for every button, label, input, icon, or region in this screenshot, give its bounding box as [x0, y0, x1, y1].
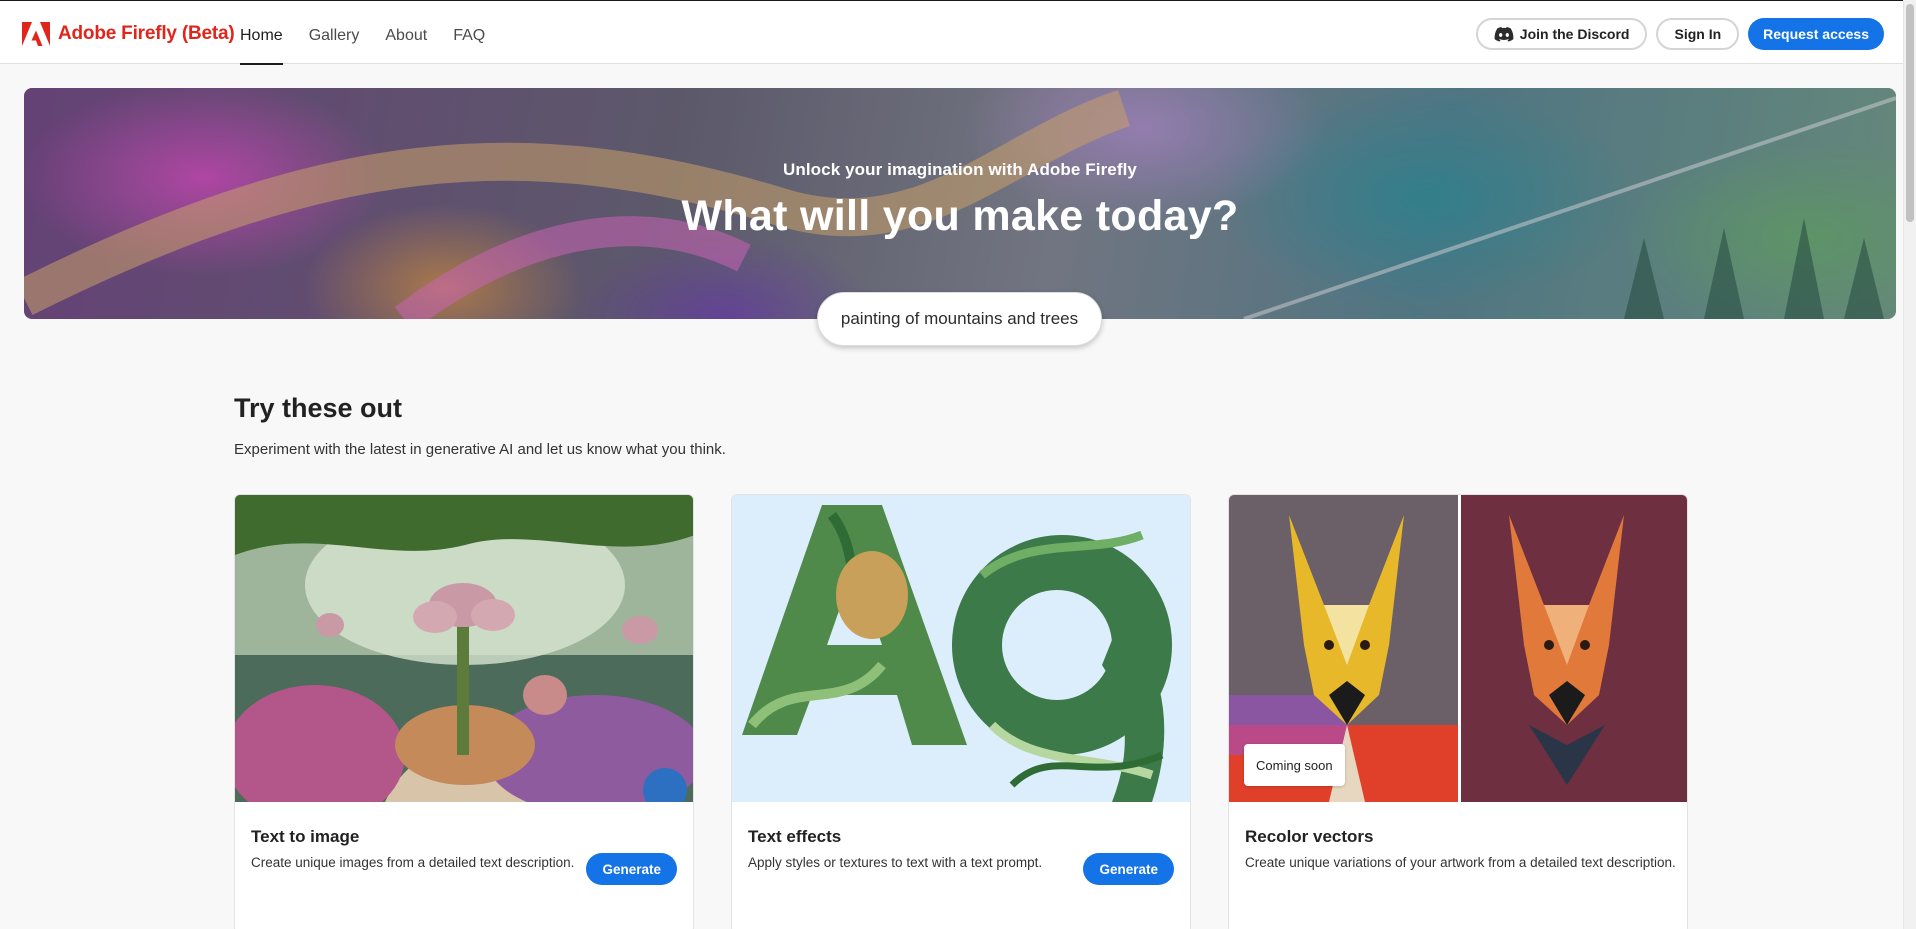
- card-description: Apply styles or textures to text with a …: [748, 855, 1043, 870]
- card-title: Text to image: [251, 827, 360, 846]
- sign-in-button[interactable]: Sign In: [1656, 18, 1740, 50]
- card-title: Recolor vectors: [1245, 827, 1374, 846]
- card-recolor-vectors[interactable]: Coming soon Recolor vectors Create uniqu…: [1228, 494, 1688, 929]
- hero-banner: Unlock your imagination with Adobe Firef…: [24, 88, 1896, 319]
- card-description: Create unique variations of your artwork…: [1245, 855, 1676, 870]
- generate-button[interactable]: Generate: [1083, 853, 1174, 885]
- nav-about[interactable]: About: [385, 1, 427, 65]
- header-actions: Join the Discord Sign In Request access: [1475, 18, 1884, 50]
- join-discord-button[interactable]: Join the Discord: [1475, 18, 1648, 50]
- page-scrollbar[interactable]: [1903, 0, 1916, 929]
- card-text-effects[interactable]: Text effects Apply styles or textures to…: [731, 494, 1191, 929]
- scrollbar-thumb[interactable]: [1906, 4, 1914, 222]
- brand-name: Adobe Firefly (Beta): [58, 23, 235, 44]
- discord-icon: [1494, 26, 1514, 42]
- top-bar: Adobe Firefly (Beta) Home Gallery About …: [0, 0, 1903, 65]
- card-title: Text effects: [748, 827, 842, 846]
- card-description: Create unique images from a detailed tex…: [251, 855, 575, 870]
- prompt-suggestion-pill[interactable]: painting of mountains and trees: [817, 292, 1102, 346]
- brand-link[interactable]: Adobe Firefly (Beta): [22, 22, 235, 46]
- nav-faq[interactable]: FAQ: [453, 1, 485, 65]
- main-nav: Home Gallery About FAQ: [240, 1, 485, 65]
- adobe-logo-icon: [22, 22, 50, 46]
- generate-button[interactable]: Generate: [586, 853, 677, 885]
- hero-subtitle: Unlock your imagination with Adobe Firef…: [783, 160, 1137, 179]
- nav-home[interactable]: Home: [240, 1, 283, 65]
- hero-title: What will you make today?: [681, 192, 1239, 240]
- section-title: Try these out: [234, 393, 403, 423]
- request-access-button[interactable]: Request access: [1748, 18, 1884, 50]
- card-image-fantasy-garden: [235, 495, 693, 802]
- join-discord-label: Join the Discord: [1519, 26, 1630, 42]
- card-image-leafy-letters: [732, 495, 1190, 802]
- section-description: Experiment with the latest in generative…: [234, 441, 726, 458]
- coming-soon-badge: Coming soon: [1244, 744, 1345, 786]
- card-text-to-image[interactable]: Text to image Create unique images from …: [234, 494, 694, 929]
- nav-gallery[interactable]: Gallery: [309, 1, 360, 65]
